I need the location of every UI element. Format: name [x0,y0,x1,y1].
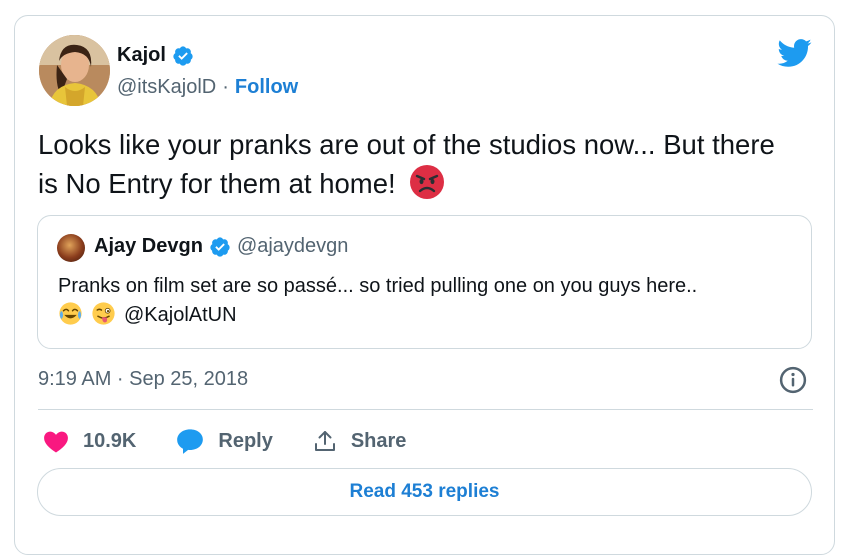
quoted-body: Pranks on film set are so passé... so tr… [58,275,698,297]
tweet-text: Looks like your pranks are out of the st… [38,126,798,203]
info-icon[interactable] [778,365,808,395]
author-name[interactable]: Kajol [117,44,166,67]
quoted-author-name: Ajay Devgn [94,235,203,257]
reply-button[interactable]: Reply [176,428,273,454]
quoted-author-row: Ajay Devgn @ajaydevgn [94,235,348,258]
author-avatar[interactable] [39,35,110,106]
share-label: Share [350,429,407,452]
author-handle[interactable]: @itsKajolD [117,76,216,99]
verified-badge-icon [172,45,194,67]
verified-badge-icon [209,236,231,258]
divider [38,409,813,410]
reply-label: Reply [218,429,273,452]
author-name-row: Kajol [117,44,194,67]
quoted-tweet[interactable]: Ajay Devgn @ajaydevgn Pranks on film set… [37,215,812,349]
action-bar: 10.9K Reply Share [43,426,446,456]
quoted-second-line: @KajolAtUN [58,301,798,330]
winking-tongue-emoji [91,301,116,326]
share-icon [314,431,335,451]
author-handle-row: @itsKajolD · Follow [117,76,298,99]
read-replies-button[interactable]: Read 453 replies [37,468,812,516]
twitter-bird-icon[interactable] [776,38,812,68]
angry-face-emoji [409,164,445,200]
like-button[interactable]: 10.9K [43,429,136,453]
quoted-mention[interactable]: @KajolAtUN [124,304,237,326]
reply-bubble-icon [177,429,204,454]
heart-icon [44,431,68,453]
tweet-body: Looks like your pranks are out of the st… [38,129,775,199]
separator-dot: · [222,76,229,98]
likes-count: 10.9K [83,429,137,452]
quoted-author-avatar[interactable] [57,234,85,262]
tweet-timestamp[interactable]: 9:19 AM · Sep 25, 2018 [38,368,248,391]
follow-button[interactable]: Follow [235,76,298,99]
quoted-text: Pranks on film set are so passé... so tr… [58,272,798,330]
share-button[interactable]: Share [313,429,407,453]
quoted-author-handle: @ajaydevgn [236,235,349,257]
tears-of-joy-emoji [58,301,83,326]
tweet-card: Kajol @itsKajolD · Follow Looks like you… [14,15,835,555]
